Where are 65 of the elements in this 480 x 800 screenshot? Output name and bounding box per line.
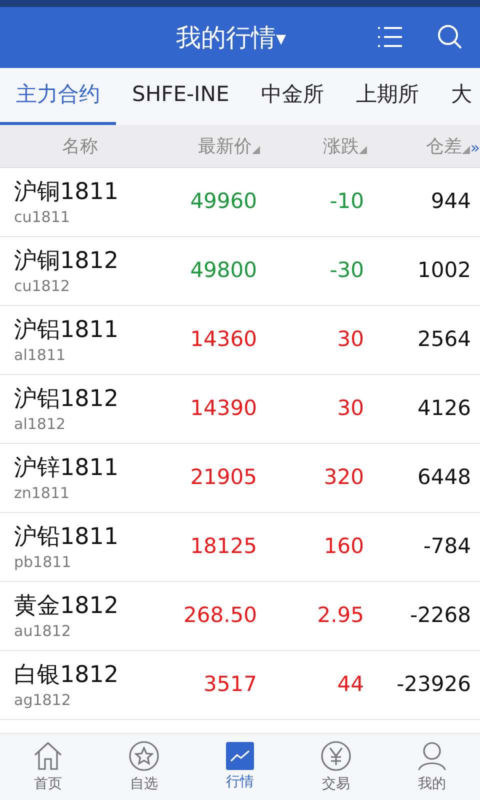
quote-row[interactable]: 沪锌1811 zn1811 21905 320 6448 — [0, 444, 480, 513]
contract-name: 沪锌1811 — [14, 454, 120, 483]
price-change: 2.95 — [316, 602, 364, 630]
position-diff: -784 — [422, 533, 471, 560]
contract-code: cu1811 — [14, 207, 71, 227]
contract-name: 沪铝1812 — [14, 385, 120, 414]
contract-name: 黄金1812 — [14, 592, 120, 621]
yen-icon — [320, 740, 352, 772]
contract-code: au1812 — [14, 621, 72, 641]
contract-name: 白银1812 — [14, 661, 120, 690]
contract-code: al1812 — [14, 414, 67, 434]
search-icon[interactable] — [437, 24, 463, 50]
position-diff: -2268 — [408, 602, 471, 630]
position-diff: 1002 — [416, 257, 471, 284]
position-diff: 4126 — [416, 395, 471, 422]
nav-tab[interactable]: 首页 — [0, 734, 96, 800]
contract-name: 沪铝1811 — [14, 316, 120, 345]
price-change: 30 — [336, 395, 364, 422]
latest-price: 18125 — [189, 533, 257, 560]
quote-row[interactable]: 沪铜1811 cu1811 49960 -10 944 — [0, 168, 480, 237]
latest-price: 14360 — [189, 326, 257, 354]
nav-tab[interactable]: 交易 — [288, 734, 384, 800]
user-icon — [416, 740, 448, 772]
latest-price: 3517 — [202, 671, 257, 698]
latest-price: 21905 — [189, 464, 257, 492]
quote-row[interactable]: 沪铅1811 pb1811 18125 160 -784 — [0, 513, 480, 582]
price-change: -30 — [328, 257, 364, 284]
contract-name: 沪铅1811 — [14, 523, 120, 552]
nav-tab[interactable]: 行情 — [192, 734, 288, 800]
nav-tab[interactable]: 自选 — [96, 734, 192, 800]
column-header[interactable]: 仓差 » — [426, 132, 480, 160]
contract-code: al1811 — [14, 345, 67, 365]
contract-name: 沪铜1812 — [14, 247, 120, 276]
chart-icon — [226, 742, 254, 770]
price-change: -10 — [328, 188, 364, 216]
quote-row[interactable]: 黄金1812 au1812 268.50 2.95 -2268 — [0, 582, 480, 651]
menu-icon[interactable] — [377, 25, 403, 49]
exchange-tab[interactable]: 大 — [435, 68, 480, 125]
price-change: 44 — [336, 671, 364, 698]
position-diff: 2564 — [416, 326, 471, 354]
price-change: 30 — [336, 326, 364, 354]
quote-row[interactable]: 白银1812 ag1812 3517 44 -23926 — [0, 651, 480, 720]
title-dropdown[interactable]: 我的行情▾ — [176, 18, 286, 56]
contract-code: cu1812 — [14, 276, 71, 296]
contract-name: 沪铜1811 — [14, 178, 120, 207]
latest-price: 14390 — [189, 395, 257, 422]
position-diff: 944 — [430, 188, 471, 216]
exchange-tab[interactable]: 中金所 — [245, 68, 340, 125]
exchange-tab[interactable]: SHFE-INE — [116, 68, 246, 125]
contract-code: pb1811 — [14, 552, 72, 572]
position-diff: -23926 — [396, 671, 471, 698]
latest-price: 49800 — [189, 257, 257, 284]
price-change: 320 — [322, 464, 364, 492]
contract-code: ag1812 — [14, 690, 72, 710]
latest-price: 268.50 — [182, 602, 257, 630]
exchange-tab[interactable]: 上期所 — [340, 68, 436, 125]
position-diff: 6448 — [416, 464, 471, 492]
quote-row[interactable]: 沪铝1811 al1811 14360 30 2564 — [0, 306, 480, 375]
quote-row[interactable]: 沪铝1812 al1812 14390 30 4126 — [0, 375, 480, 444]
latest-price: 49960 — [189, 188, 257, 216]
contract-code: zn1811 — [14, 483, 71, 503]
home-icon — [32, 740, 64, 772]
price-change: 160 — [322, 533, 364, 560]
nav-tab[interactable]: 我的 — [384, 734, 480, 800]
quote-row[interactable]: 沪铜1812 cu1812 49800 -30 1002 — [0, 237, 480, 306]
